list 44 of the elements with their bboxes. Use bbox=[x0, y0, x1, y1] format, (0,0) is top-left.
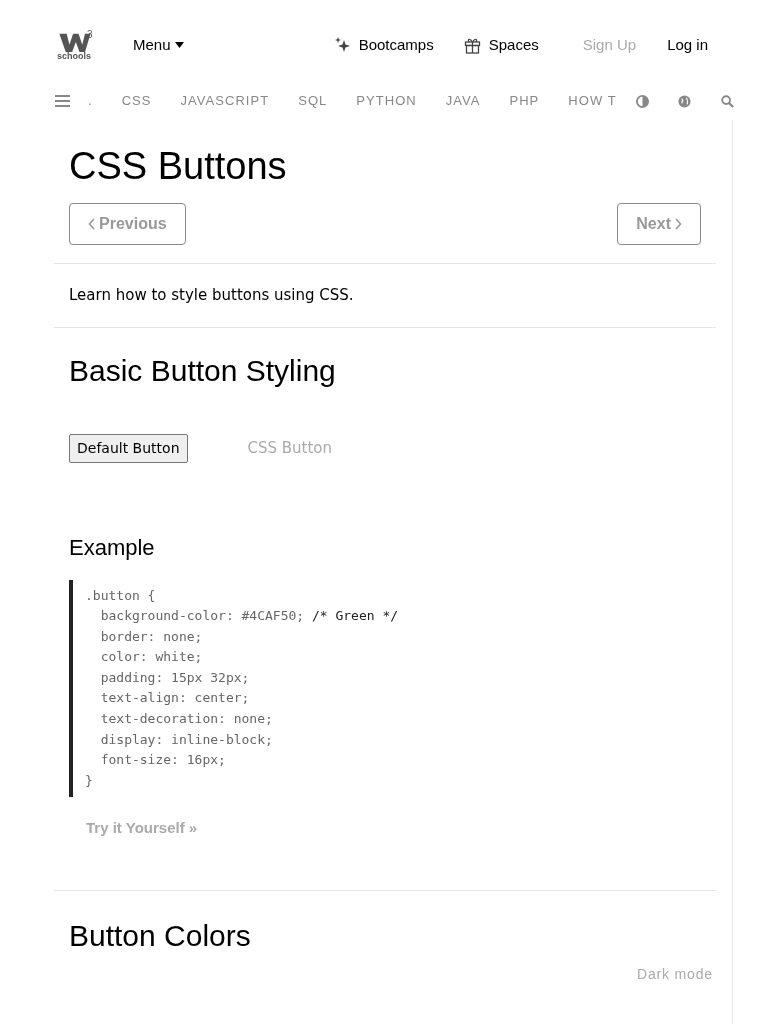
code-line: text-decoration: none; bbox=[99, 710, 274, 729]
intro-text: Learn how to style buttons using CSS. bbox=[54, 264, 716, 328]
nav-link[interactable]: SQL bbox=[298, 91, 328, 111]
header-link[interactable]: Bootcamps bbox=[334, 33, 434, 57]
sparkle-icon bbox=[334, 37, 351, 53]
contrast-icon[interactable] bbox=[635, 94, 649, 108]
code-line: text-align: center; bbox=[99, 689, 251, 708]
page-title: CSS Buttons bbox=[68, 144, 288, 189]
previous-button[interactable]: Previous bbox=[69, 203, 186, 245]
log-in-link[interactable]: Log in bbox=[667, 33, 708, 57]
nav-link[interactable]: . bbox=[88, 91, 93, 111]
logo-text: schools bbox=[57, 51, 91, 61]
dark-mode-label[interactable]: Dark mode bbox=[636, 964, 713, 985]
code-line: font-size: 16px; bbox=[99, 751, 227, 770]
code-line: padding: 15px 32px; bbox=[99, 668, 251, 687]
try-it-link[interactable]: Try it Yourself » bbox=[54, 817, 716, 840]
nav-link[interactable]: PYTHON bbox=[356, 91, 417, 111]
code-line: color: white; bbox=[99, 648, 204, 667]
globe-icon[interactable] bbox=[677, 94, 691, 108]
header-link[interactable]: Spaces bbox=[463, 33, 539, 57]
sign-up-link[interactable]: Sign Up bbox=[582, 33, 637, 57]
nav-link[interactable]: PHP bbox=[509, 91, 540, 111]
search-icon[interactable] bbox=[720, 94, 734, 108]
gift-icon bbox=[463, 36, 481, 54]
example-heading: Example bbox=[68, 533, 156, 562]
section-heading: Basic Button Styling bbox=[68, 352, 337, 389]
code-line: border: none; bbox=[99, 627, 204, 646]
code-line: background-color: #4CAF50; /* Green */ bbox=[99, 607, 400, 626]
caret-icon bbox=[174, 42, 184, 48]
menu-button[interactable]: Menu bbox=[133, 33, 184, 57]
next-button[interactable]: Next bbox=[617, 203, 701, 245]
section-heading: Button Colors bbox=[68, 917, 252, 954]
nav-link[interactable]: JAVASCRIPT bbox=[180, 91, 270, 111]
chevron-left-icon bbox=[88, 218, 95, 230]
nav-link[interactable]: HOW T bbox=[568, 91, 617, 111]
code-line: .button { bbox=[85, 586, 157, 605]
css-button[interactable]: CSS Button bbox=[247, 436, 333, 460]
nav-link[interactable]: CSS bbox=[121, 91, 152, 111]
menu-icon[interactable] bbox=[55, 95, 70, 107]
chevron-right-icon bbox=[675, 218, 682, 230]
code-line: } bbox=[85, 771, 94, 790]
code-line: display: inline-block; bbox=[99, 730, 274, 749]
default-button[interactable]: Default Button bbox=[69, 433, 188, 463]
nav-link[interactable]: JAVA bbox=[445, 91, 481, 111]
